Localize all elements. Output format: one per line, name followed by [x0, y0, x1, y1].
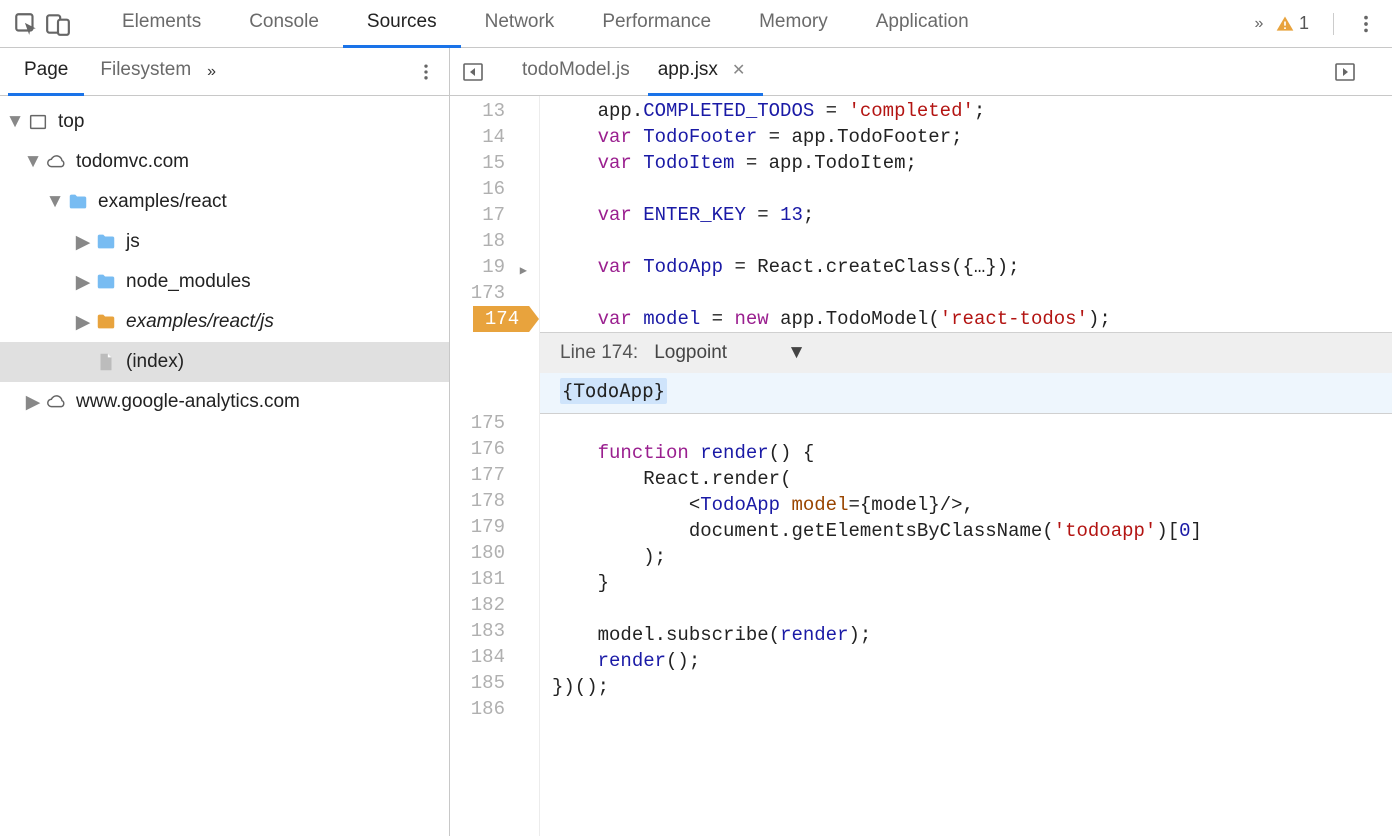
close-icon[interactable]: ✕: [732, 60, 745, 80]
inspect-element-icon[interactable]: [10, 8, 42, 40]
line-number[interactable]: 19: [450, 254, 539, 280]
line-number[interactable]: 16: [450, 176, 539, 202]
tab-console[interactable]: Console: [225, 0, 343, 48]
line-number[interactable]: 185: [450, 670, 539, 696]
line-number[interactable]: 179: [450, 514, 539, 540]
tree-item-label: js: [126, 231, 140, 253]
line-number[interactable]: 182: [450, 592, 539, 618]
code-content[interactable]: app.COMPLETED_TODOS = 'completed'; var T…: [540, 96, 1392, 836]
file-grey-icon: [94, 350, 118, 374]
tab-network[interactable]: Network: [461, 0, 579, 48]
chevron-right-icon[interactable]: ▶: [76, 275, 90, 289]
line-number[interactable]: 174: [450, 306, 539, 332]
divider: [1333, 13, 1334, 35]
devtools-tabbar: ElementsConsoleSourcesNetworkPerformance…: [0, 0, 1392, 48]
tabs-overflow-button[interactable]: »: [1243, 8, 1275, 40]
cloud-icon: [44, 390, 68, 414]
editor-tab-label: todoModel.js: [522, 59, 630, 81]
line-number[interactable]: 186: [450, 696, 539, 722]
folder-blue-icon: [66, 190, 90, 214]
tree-item[interactable]: ▶ node_modules: [0, 262, 449, 302]
file-tree: ▼ top ▼ todomvc.com ▼ examples/react ▶ js ▶ node_…: [0, 96, 449, 836]
toggle-device-icon[interactable]: [42, 8, 74, 40]
folder-blue-icon: [94, 230, 118, 254]
tree-item-label: examples/react: [98, 191, 227, 213]
warning-count-badge[interactable]: 1: [1275, 13, 1309, 34]
editor-tab[interactable]: todoModel.js: [512, 48, 648, 96]
tree-item-label: (index): [126, 351, 184, 373]
line-number[interactable]: 15: [450, 150, 539, 176]
tree-item-label: examples/react/js: [126, 311, 274, 333]
line-number[interactable]: 177: [450, 462, 539, 488]
tab-performance[interactable]: Performance: [578, 0, 735, 48]
show-navigator-button[interactable]: [458, 57, 488, 87]
editor-tab[interactable]: app.jsx ✕: [648, 48, 764, 96]
line-number[interactable]: 14: [450, 124, 539, 150]
cloud-icon: [44, 150, 68, 174]
folder-orange-icon: [94, 310, 118, 334]
tab-sources[interactable]: Sources: [343, 0, 461, 48]
top-tab-list: ElementsConsoleSourcesNetworkPerformance…: [98, 0, 1243, 48]
navigator-tab-filesystem[interactable]: Filesystem: [84, 48, 207, 96]
line-number[interactable]: 183: [450, 618, 539, 644]
tree-item[interactable]: ▼ top: [0, 102, 449, 142]
breakpoint-type-select[interactable]: Logpoint▼: [654, 340, 806, 366]
tree-item-label: top: [58, 111, 84, 133]
navigator-tab-page[interactable]: Page: [8, 48, 84, 96]
warning-icon: [1275, 14, 1295, 34]
settings-menu-button[interactable]: [1350, 8, 1382, 40]
line-number[interactable]: 180: [450, 540, 539, 566]
tree-item[interactable]: ▶ examples/react/js: [0, 302, 449, 342]
folder-blue-icon: [94, 270, 118, 294]
tab-application[interactable]: Application: [852, 0, 993, 48]
line-number[interactable]: 184: [450, 644, 539, 670]
tree-item[interactable]: ▶ js: [0, 222, 449, 262]
tree-item[interactable]: (index): [0, 342, 449, 382]
no-arrow: [76, 355, 90, 369]
frame-icon: [26, 110, 50, 134]
tree-item[interactable]: ▼ todomvc.com: [0, 142, 449, 182]
show-debugger-button[interactable]: [1330, 57, 1360, 87]
line-number[interactable]: 13: [450, 98, 539, 124]
chevron-right-icon[interactable]: ▶: [76, 235, 90, 249]
line-number[interactable]: 176: [450, 436, 539, 462]
chevron-down-icon[interactable]: ▼: [8, 115, 22, 129]
chevron-down-icon[interactable]: ▼: [26, 155, 40, 169]
line-number[interactable]: 17: [450, 202, 539, 228]
warning-count-text: 1: [1299, 13, 1309, 34]
line-number[interactable]: 175: [450, 410, 539, 436]
logpoint-marker-icon[interactable]: 174: [473, 306, 539, 332]
chevron-right-icon[interactable]: ▶: [76, 315, 90, 329]
inline-line-label: Line 174:: [560, 340, 638, 366]
chevron-right-icon[interactable]: ▶: [26, 395, 40, 409]
line-number[interactable]: 18: [450, 228, 539, 254]
navigator-tabbar: PageFilesystem »: [0, 48, 449, 96]
editor-panel: todoModel.jsapp.jsx✕ 1314151617181917317…: [450, 48, 1392, 836]
logpoint-expression-input[interactable]: {TodoApp}: [540, 373, 1392, 413]
code-editor[interactable]: 13141516171819173174 1751761771781791801…: [450, 96, 1392, 836]
navigator-menu-button[interactable]: [411, 57, 441, 87]
tree-item-label: www.google-analytics.com: [76, 391, 300, 413]
line-number[interactable]: 178: [450, 488, 539, 514]
breakpoint-inline-editor: Line 174: Logpoint▼ {TodoApp}: [540, 332, 1392, 414]
chevron-down-icon[interactable]: ▼: [48, 195, 62, 209]
line-number[interactable]: 181: [450, 566, 539, 592]
chevron-down-icon: ▼: [787, 340, 806, 366]
tree-item-label: node_modules: [126, 271, 251, 293]
tab-memory[interactable]: Memory: [735, 0, 852, 48]
line-gutter[interactable]: 13141516171819173174 1751761771781791801…: [450, 96, 540, 836]
editor-tabbar: todoModel.js app.jsx ✕: [450, 48, 1392, 96]
tree-item[interactable]: ▼ examples/react: [0, 182, 449, 222]
navigator-overflow-button[interactable]: »: [207, 63, 216, 81]
navigator-panel: PageFilesystem » ▼ top ▼ todomvc.com ▼ exampl…: [0, 48, 450, 836]
tree-item-label: todomvc.com: [76, 151, 189, 173]
main-split: PageFilesystem » ▼ top ▼ todomvc.com ▼ exampl…: [0, 48, 1392, 836]
tree-item[interactable]: ▶ www.google-analytics.com: [0, 382, 449, 422]
tab-elements[interactable]: Elements: [98, 0, 225, 48]
editor-tab-label: app.jsx: [658, 59, 718, 81]
